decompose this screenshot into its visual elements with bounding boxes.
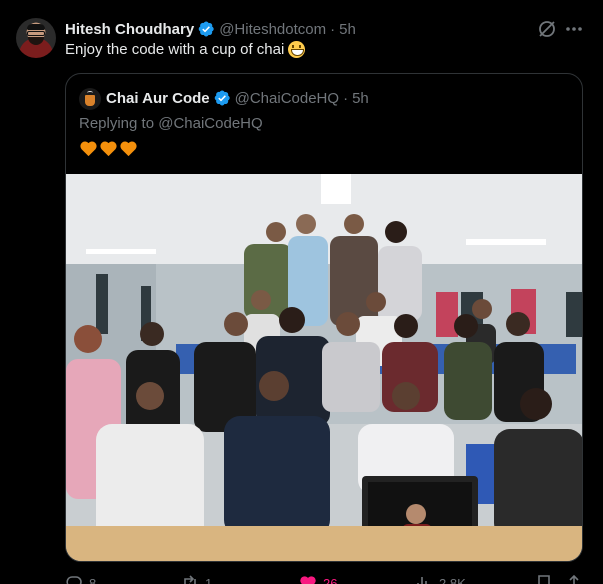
tweet-header: Hitesh Choudhary @Hiteshdotcom · 5h — [65, 19, 356, 39]
bookmark-icon — [538, 575, 550, 584]
tweet-time[interactable]: 5h — [339, 21, 356, 38]
tweet-actions: 8 1 26 2.8K — [65, 574, 583, 584]
like-button[interactable]: 26 — [299, 574, 337, 584]
like-count: 26 — [323, 575, 338, 584]
quoted-time[interactable]: 5h — [352, 90, 369, 107]
group-photo[interactable] — [66, 174, 582, 561]
avatar-glasses — [27, 31, 45, 36]
share-icon — [569, 574, 579, 584]
tweet-text: Enjoy the code with a cup of chai — [65, 41, 306, 58]
quoted-header: Chai Aur Code @ChaiCodeHQ · 5h — [106, 88, 369, 108]
heart-icon — [300, 576, 316, 584]
views-count: 2.8K — [439, 575, 466, 584]
views-button[interactable]: 2.8K — [415, 574, 466, 584]
orange-heart-icon — [80, 141, 97, 157]
more-icon[interactable] — [564, 19, 584, 39]
replying-to: Replying to @ChaiCodeHQ — [79, 115, 263, 132]
grok-icon[interactable] — [537, 19, 557, 39]
orange-heart-icon — [100, 141, 117, 157]
grinning-face-icon — [288, 41, 306, 58]
verified-badge-icon[interactable] — [213, 89, 231, 107]
verified-badge-icon[interactable] — [197, 20, 215, 38]
quoted-author-avatar[interactable] — [79, 88, 101, 110]
group-photo-illustration — [66, 174, 582, 561]
author-avatar[interactable] — [16, 18, 56, 58]
orange-hearts — [79, 139, 138, 158]
reply-button[interactable]: 8 — [65, 574, 96, 584]
author-handle[interactable]: @Hiteshdotcom — [219, 21, 326, 38]
orange-heart-icon — [120, 141, 137, 157]
reply-count: 8 — [89, 575, 97, 584]
avatar-hair — [27, 24, 45, 30]
repost-count: 1 — [205, 575, 213, 584]
replying-prefix: Replying to — [79, 115, 155, 132]
separator-dot: · — [343, 89, 349, 107]
replying-mention[interactable]: @ChaiCodeHQ — [158, 115, 262, 132]
quoted-author-name[interactable]: Chai Aur Code — [106, 90, 210, 107]
bookmark-button[interactable] — [535, 574, 553, 584]
avatar-beard — [28, 37, 44, 45]
reply-icon — [66, 576, 82, 584]
tweet-text-content: Enjoy the code with a cup of chai — [65, 41, 285, 58]
share-button[interactable] — [565, 574, 583, 584]
quoted-tweet[interactable]: Chai Aur Code @ChaiCodeHQ · 5h Replying … — [65, 73, 583, 562]
chai-cup-icon — [85, 95, 95, 106]
repost-button[interactable]: 1 — [181, 574, 212, 584]
repost-icon — [184, 575, 196, 584]
views-icon — [417, 577, 427, 584]
quoted-author-handle[interactable]: @ChaiCodeHQ — [235, 90, 339, 107]
author-name[interactable]: Hitesh Choudhary — [65, 21, 194, 38]
separator-dot: · — [330, 20, 336, 38]
tweet[interactable]: Hitesh Choudhary @Hiteshdotcom · 5h Enjo… — [0, 0, 603, 584]
